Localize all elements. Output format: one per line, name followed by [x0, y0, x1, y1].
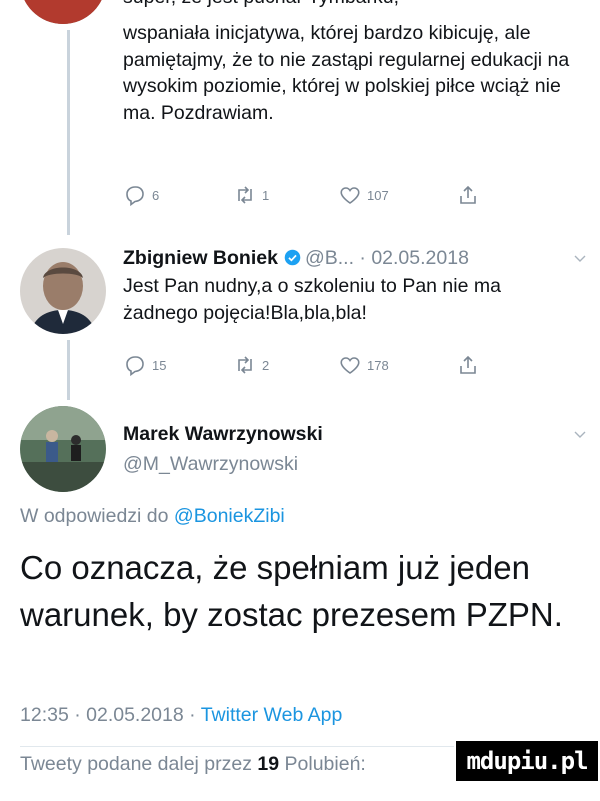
reply-count: 6	[152, 187, 160, 203]
reply-prefix: W odpowiedzi do	[20, 505, 169, 527]
tweet2-actions: 15 2 178	[123, 351, 523, 379]
reply-count: 15	[152, 357, 167, 373]
reply-handle-link[interactable]: @BoniekZibi	[174, 505, 285, 527]
like-button[interactable]: 178	[338, 353, 389, 377]
tweet1-actions: 6 1 107	[123, 181, 523, 209]
engagement-footer: Tweety podane dalej przez 19 Polubień:	[20, 753, 366, 776]
source-link[interactable]: Twitter Web App	[201, 704, 343, 726]
avatar-tweet1[interactable]	[20, 0, 106, 24]
thread-line	[67, 340, 70, 400]
author-handle[interactable]: @M_Wawrzynowski	[123, 453, 298, 476]
retweet-icon	[233, 353, 257, 377]
likes-label: Polubień:	[284, 753, 366, 775]
reply-button[interactable]: 6	[123, 183, 159, 207]
avatar-boniek[interactable]	[20, 248, 106, 334]
like-button[interactable]: 107	[338, 183, 389, 207]
tweet2-text: Jest Pan nudny,a o szkoleniu to Pan nie …	[123, 275, 501, 324]
like-count: 178	[367, 357, 389, 373]
chevron-down-icon[interactable]	[572, 247, 588, 263]
tweet1-cutoff-text: super, że jest pucnar Tymbarku,	[123, 0, 399, 10]
chevron-down-icon[interactable]	[572, 423, 588, 439]
tweet-timestamp: 12:35 · 02.05.2018 · Twitter Web App	[20, 704, 342, 727]
reply-icon	[123, 183, 147, 207]
reply-button[interactable]: 15	[123, 353, 166, 377]
handle-date: @B... · 02.05.2018	[304, 247, 469, 269]
verified-icon	[284, 247, 301, 266]
like-icon	[338, 183, 362, 207]
watermark-logo: mdupiu.pl	[454, 739, 600, 783]
like-icon	[338, 353, 362, 377]
thread-line	[67, 30, 70, 235]
author-name[interactable]: Marek Wawrzynowski	[123, 423, 323, 445]
main-tweet-text: Co oznacza, że spełniam już jeden warune…	[20, 549, 563, 633]
share-icon	[456, 183, 480, 207]
retweets-label: Tweety podane dalej przez	[20, 753, 252, 775]
like-count: 107	[367, 187, 389, 203]
author-name[interactable]: Zbigniew Boniek	[123, 247, 278, 269]
share-button[interactable]	[456, 183, 480, 207]
reply-context: W odpowiedzi do @BoniekZibi	[20, 505, 285, 528]
retweets-count[interactable]: 19	[257, 753, 279, 775]
retweet-icon	[233, 183, 257, 207]
share-icon	[456, 353, 480, 377]
tweet2-header: Zbigniew Boniek @B... · 02.05.2018	[123, 245, 588, 271]
tweet1-text: wspaniała inicjatywa, której bardzo kibi…	[123, 22, 570, 124]
main-tweet-header: Marek Wawrzynowski	[123, 421, 588, 447]
retweet-button[interactable]: 2	[233, 353, 269, 377]
reply-icon	[123, 353, 147, 377]
retweet-count: 1	[262, 187, 270, 203]
share-button[interactable]	[456, 353, 480, 377]
retweet-count: 2	[262, 357, 270, 373]
timestamp-text: 12:35 · 02.05.2018 ·	[20, 704, 196, 726]
avatar-wawrzynowski[interactable]	[20, 406, 106, 492]
retweet-button[interactable]: 1	[233, 183, 269, 207]
